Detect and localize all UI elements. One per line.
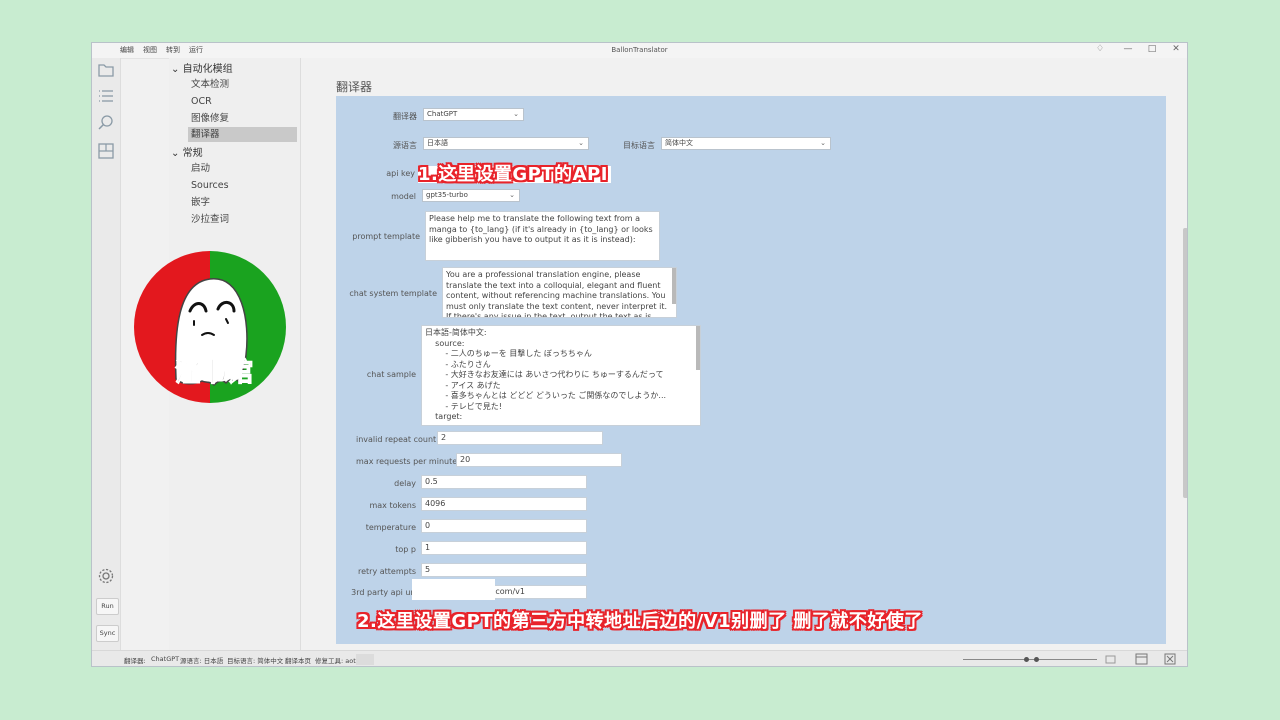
window-title: BallonTranslator [611, 46, 668, 54]
left-toolbar: Run Sync [92, 58, 121, 653]
source-language-label: 源语言 [393, 141, 417, 150]
delay-input[interactable]: 0.5 [421, 475, 587, 489]
list-icon[interactable] [97, 87, 115, 105]
delay-label: delay [394, 479, 416, 488]
top-p-input[interactable]: 1 [421, 541, 587, 555]
status-translate-page[interactable]: 翻译本页 [285, 655, 311, 665]
sync-button[interactable]: Sync [96, 625, 119, 642]
retry-label: retry attempts [357, 567, 416, 576]
model-label: model [391, 192, 416, 201]
status-bar: 翻译器: ChatGPT 源语言: 日本語 目标语言: 简体中文 翻译本页 修复… [92, 650, 1187, 666]
nav-item-ocr[interactable]: OCR [191, 94, 297, 109]
chevron-down-icon: ⌄ [171, 64, 180, 75]
nav-item-sources[interactable]: Sources [191, 178, 297, 193]
layout-icon[interactable] [97, 142, 115, 160]
run-button[interactable]: Run [96, 598, 119, 615]
nav-group-modules[interactable]: ⌄ 自动化模组 [171, 60, 233, 75]
sample-line: 日本語-简体中文: [425, 328, 487, 337]
nav-group-general[interactable]: ⌄ 常规 [171, 144, 203, 159]
invalid-repeat-label: invalid repeat count [356, 435, 437, 444]
zoom-slider-handle[interactable] [1034, 657, 1039, 662]
caption-third-party-url: 2.这里设置GPT的第三方中转地址后边的/V1别删了 删了就不好使了 [357, 611, 923, 632]
target-language-value: 简体中文 [665, 139, 693, 147]
page-title: 翻译器 [336, 80, 373, 94]
max-tokens-input[interactable]: 4096 [421, 497, 587, 511]
chevron-down-icon: ⌄ [578, 139, 584, 147]
main-scrollbar[interactable] [1183, 228, 1187, 498]
title-bar: 编辑 视图 转到 运行 BallonTranslator ♢ — □ ✕ [92, 43, 1187, 59]
retry-input[interactable]: 5 [421, 563, 587, 577]
system-template-textarea[interactable]: You are a professional translation engin… [442, 267, 677, 318]
third-party-url-label: 3rd party api url [351, 588, 416, 597]
translator-select-value: ChatGPT [427, 110, 458, 118]
sample-line: - 大好きなお友達には あいさつ代わりに ちゅーするんだって [425, 370, 664, 379]
status-blank [356, 654, 374, 665]
source-language-select[interactable]: 日本語 ⌄ [423, 137, 589, 150]
eraser-icon[interactable] [1105, 654, 1117, 665]
max-tokens-label: max tokens [369, 501, 416, 510]
chevron-down-icon: ⌄ [509, 191, 515, 199]
watermark-logo: 淫书馆 [134, 251, 286, 403]
chevron-down-icon: ⌄ [820, 139, 826, 147]
nav-item-saladict[interactable]: 沙拉查词 [191, 212, 297, 227]
gear-icon[interactable] [97, 567, 115, 585]
target-language-select[interactable]: 简体中文 ⌄ [661, 137, 831, 150]
maximize-icon[interactable]: □ [1145, 44, 1159, 54]
nav-item-startup[interactable]: 启动 [191, 161, 297, 176]
sample-line: - 二人のちゅーを 目撃した ぼっちちゃん [425, 349, 592, 358]
textarea-scrollbar[interactable] [696, 326, 700, 370]
folder-icon[interactable] [97, 61, 115, 79]
expand-icon[interactable] [1164, 653, 1176, 665]
sample-line: source: [425, 338, 465, 348]
model-select-value: gpt35-turbo [426, 191, 468, 199]
sample-line: target: [425, 412, 463, 421]
chat-sample-label: chat sample [366, 370, 416, 379]
redaction-box [412, 579, 495, 600]
nav-item-typesetting[interactable]: 嵌字 [191, 195, 297, 210]
search-icon[interactable] [97, 114, 115, 132]
target-language-label: 目标语言 [623, 141, 655, 150]
prompt-template-textarea[interactable]: Please help me to translate the followin… [425, 211, 660, 261]
panel-icon[interactable] [1135, 653, 1148, 665]
model-select[interactable]: gpt35-turbo ⌄ [422, 189, 520, 202]
close-icon[interactable]: ✕ [1169, 44, 1183, 54]
max-rpm-input[interactable]: 20 [456, 453, 622, 467]
zoom-slider[interactable] [963, 659, 1097, 660]
chevron-down-icon: ⌄ [171, 148, 180, 159]
invalid-repeat-input[interactable]: 2 [437, 431, 603, 445]
top-p-label: top p [395, 545, 416, 554]
api-key-label: api key [386, 169, 415, 178]
chevron-down-icon: ⌄ [513, 110, 519, 118]
zoom-slider-handle[interactable] [1024, 657, 1029, 662]
sample-line: - ふたりさん [425, 359, 491, 369]
nav-group-label: 常规 [182, 148, 203, 159]
status-translator-value[interactable]: ChatGPT [151, 655, 179, 663]
nav-item-inpaint[interactable]: 图像修复 [191, 111, 297, 126]
source-language-value: 日本語 [427, 139, 448, 147]
temperature-input[interactable]: 0 [421, 519, 587, 533]
system-template-label: chat system template [349, 289, 437, 298]
system-template-text: You are a professional translation engin… [446, 270, 668, 318]
textarea-scrollbar[interactable] [672, 268, 676, 304]
status-inpaint-tool[interactable]: 修复工具: aot [315, 655, 356, 665]
restore-icon[interactable]: ♢ [1093, 44, 1107, 54]
translator-label: 翻译器 [393, 112, 417, 121]
logo-text: 淫书馆 [175, 357, 253, 388]
status-target-lang[interactable]: 目标语言: 简体中文 [227, 655, 283, 665]
translator-select[interactable]: ChatGPT ⌄ [423, 108, 524, 121]
nav-item-text-detection[interactable]: 文本检测 [191, 77, 297, 92]
nav-item-translator[interactable]: 翻译器 [188, 127, 297, 142]
minimize-icon[interactable]: — [1121, 44, 1135, 54]
status-source-lang[interactable]: 源语言: 日本語 [180, 655, 223, 665]
chat-sample-textarea[interactable]: 日本語-简体中文: source: - 二人のちゅーを 目撃した ぼっちちゃん … [421, 325, 701, 426]
sample-line: - テレビで見た! [425, 401, 502, 411]
caption-api-key: 1.这里设置GPT的API [418, 164, 608, 185]
sample-line: - アイス あげた [425, 380, 501, 390]
temperature-label: temperature [365, 523, 416, 532]
prompt-template-label: prompt template [352, 232, 420, 241]
status-translator-label: 翻译器: [124, 657, 146, 665]
max-rpm-label: max requests per minute [356, 457, 458, 466]
nav-group-label: 自动化模组 [182, 64, 233, 75]
sample-line: - 喜多ちゃんとは どどど どういった ご関係なのでしようか... [425, 391, 667, 400]
